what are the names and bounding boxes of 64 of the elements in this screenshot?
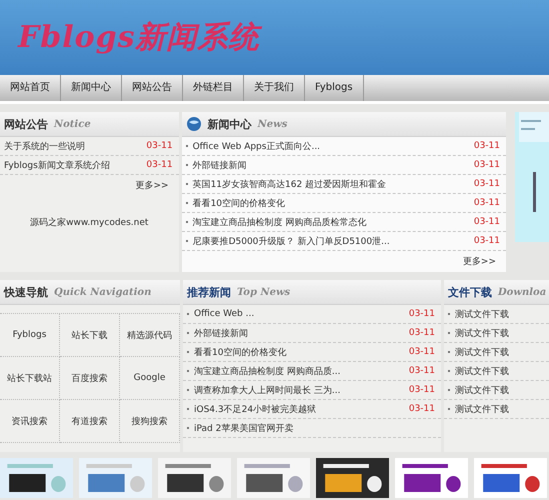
quick-link[interactable]: Fyblogs [12, 330, 46, 340]
date-label: 03-11 [408, 309, 435, 319]
news-link[interactable]: Office Web Apps正式面向公... [192, 140, 469, 152]
panel-subtitle: Notice [54, 118, 91, 130]
nav-link[interactable]: 外链栏目 [183, 75, 244, 101]
news-link[interactable]: 淘宝建立商品抽检制度 网购商品质检常态化 [192, 216, 469, 228]
footer-text: 源码之家www.mycodes.net [30, 218, 148, 228]
download-link[interactable]: 测试文件下载 [455, 402, 543, 416]
panel-subtitle: News [258, 118, 288, 130]
date-label: 03-11 [474, 160, 500, 170]
news-link[interactable]: iOS4.3不足24小时被完美越狱 [194, 402, 404, 416]
news-link[interactable]: 外部链接新闻 [192, 158, 469, 172]
news-link[interactable]: 英国11岁女孩智商高达162 超过爱因斯坦和霍金 [192, 178, 469, 190]
nav-link[interactable]: 新闻中心 [61, 75, 122, 101]
nav-link[interactable]: 网站首页 [0, 75, 61, 101]
quick-link[interactable]: Google [134, 373, 166, 383]
date-label: 03-11 [474, 141, 500, 151]
download-link[interactable]: 测试文件下载 [455, 364, 543, 378]
news-link[interactable]: 看看10空间的价格变化 [194, 346, 404, 358]
panel-subtitle: Downloa [498, 286, 546, 298]
date-label: 03-11 [474, 179, 500, 189]
panel-title: 网站公告 [4, 116, 48, 132]
panel-title: 文件下载 [448, 284, 492, 300]
quick-link[interactable]: 有道搜索 [72, 414, 108, 428]
download-link[interactable]: 测试文件下载 [455, 326, 543, 340]
panel-subtitle: Quick Navigation [54, 286, 152, 298]
news-link[interactable]: 外部链接新闻 [194, 326, 404, 340]
nav-link[interactable]: Fyblogs [305, 75, 364, 101]
date-label: 03-11 [408, 404, 435, 414]
globe-icon [186, 116, 202, 132]
news-link[interactable]: 尼康要推D5000升级版？ 新入门单反D5100泄... [192, 234, 469, 248]
date-label: 03-11 [474, 198, 500, 208]
date-label: 03-11 [474, 217, 500, 227]
download-link[interactable]: 测试文件下载 [455, 308, 543, 320]
quick-link[interactable]: 资讯搜索 [12, 414, 48, 428]
news-link[interactable]: Office Web ... [194, 309, 404, 319]
news-link[interactable]: 看看10空间的价格变化 [192, 196, 469, 210]
quick-link[interactable]: 精选源代码 [127, 328, 172, 342]
panel-title: 快速导航 [4, 284, 48, 300]
panel-title: 新闻中心 [208, 116, 252, 132]
date-label: 03-11 [474, 236, 500, 246]
date-label: 03-11 [408, 347, 435, 357]
date-label: 03-11 [408, 366, 435, 376]
date-label: 03-11 [408, 328, 435, 338]
download-link[interactable]: 测试文件下载 [455, 346, 543, 358]
notice-link[interactable]: Fyblogs新闻文章系统介绍 [4, 158, 142, 172]
quick-link[interactable]: 搜狗搜索 [132, 414, 168, 428]
notice-link[interactable]: 关于系统的一些说明 [4, 140, 142, 152]
quick-link[interactable]: 站长下载 [72, 328, 108, 342]
news-link[interactable]: iPad 2苹果美国官网开卖 [194, 422, 435, 434]
nav-link[interactable]: 网站公告 [122, 75, 183, 101]
date-label: 03-11 [146, 160, 173, 170]
more-link[interactable]: 更多>> [462, 257, 496, 267]
news-link[interactable]: 调查称加拿大人上网时间最长 三为... [194, 384, 404, 396]
panel-title: 推荐新闻 [187, 284, 231, 300]
nav-link[interactable]: 关于我们 [244, 75, 305, 101]
download-link[interactable]: 测试文件下载 [455, 384, 543, 396]
quick-link[interactable]: 站长下载站 [7, 372, 52, 384]
news-link[interactable]: 淘宝建立商品抽检制度 网购商品质... [194, 364, 404, 378]
date-label: 03-11 [146, 141, 173, 151]
date-label: 03-11 [408, 385, 435, 395]
more-link[interactable]: 更多>> [135, 181, 169, 191]
panel-subtitle: Top News [237, 286, 290, 298]
quick-link[interactable]: 百度搜索 [72, 372, 108, 384]
